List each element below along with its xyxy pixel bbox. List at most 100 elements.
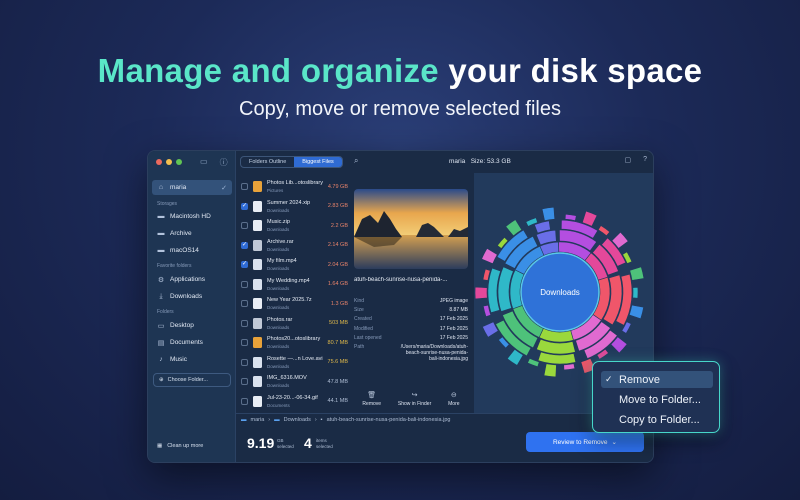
show-in-finder-button[interactable]: ↪ Show in Finder — [398, 391, 431, 407]
sidebar-item-macos14[interactable]: ▬ macOS14 — [152, 243, 232, 258]
file-row[interactable]: Rosette —...n Love.avi Downloads 75.6 MB — [236, 353, 354, 373]
menu-item-remove[interactable]: ✓ Remove — [601, 371, 713, 388]
folder-icon: ▬ — [274, 416, 280, 423]
file-row[interactable]: ✓ Archive.rar Downloads 2.14 GB — [236, 236, 354, 256]
sunburst-segment[interactable] — [628, 304, 644, 320]
file-row[interactable]: Photos Lib...otoslibrary Pictures 4.79 GB — [236, 177, 354, 197]
disk-icon: ▬ — [157, 247, 165, 254]
menu-item-copy-to-folder[interactable]: Copy to Folder... — [601, 411, 713, 428]
sunburst-segment[interactable] — [543, 363, 557, 378]
file-checkbox[interactable] — [241, 300, 248, 308]
file-checkbox[interactable] — [241, 378, 248, 386]
sidebar-item-label: Macintosh HD — [170, 213, 211, 220]
file-name: Photos.rar — [267, 316, 293, 323]
grid-icon: ▦ — [157, 443, 163, 449]
sidebar-item-downloads[interactable]: ⤓ Downloads — [152, 289, 232, 304]
menu-item-move-to-folder[interactable]: Move to Folder... — [601, 391, 713, 408]
sidebar-item-user[interactable]: ⌂ maria ✓ — [152, 180, 232, 195]
file-row[interactable]: ✓ Summer 2024.xip Downloads 2.83 GB — [236, 197, 354, 217]
minimize-window-button[interactable] — [166, 159, 172, 165]
metadata-key: Created — [354, 316, 372, 323]
file-checkbox[interactable] — [241, 339, 248, 347]
toolbar: Folders Outline Biggest Files ⌕ maria Si… — [236, 151, 653, 173]
disk-icon: ▬ — [157, 213, 165, 220]
desktop-icon: ▭ — [157, 322, 165, 330]
breadcrumb-item[interactable]: Downloads — [284, 417, 311, 423]
sidebar-toggle-icon[interactable]: ▭ — [200, 157, 208, 168]
file-checkbox[interactable] — [241, 222, 248, 230]
breadcrumb-item[interactable]: atuh-beach-sunrise-nusa-penida-bali-indo… — [327, 417, 451, 423]
sunburst-segment[interactable] — [597, 225, 611, 237]
file-checkbox[interactable] — [241, 183, 248, 191]
metadata-row: Size 8.87 MB — [354, 307, 468, 313]
file-size: 503 MB — [329, 320, 348, 327]
title-size: Size: 53.3 GB — [470, 158, 511, 165]
file-row[interactable]: New Year 2025.7z Downloads 1.3 GB — [236, 294, 354, 314]
review-to-remove-button[interactable]: Review to Remove ⌄ — [526, 432, 644, 452]
sidebar-item-applications[interactable]: ⚙ Applications — [152, 272, 232, 287]
file-location: Downloads — [267, 344, 290, 350]
sunburst-segment[interactable] — [541, 206, 556, 221]
sidebar-item-desktop[interactable]: ▭ Desktop — [152, 318, 232, 333]
tab-folders-outline[interactable]: Folders Outline — [241, 157, 294, 167]
file-row[interactable]: ✓ My film.mp4 Downloads 2.04 GB — [236, 255, 354, 275]
sunburst-segment[interactable] — [632, 287, 639, 299]
selected-size-value: 9.19 — [247, 435, 275, 451]
sunburst-segment[interactable] — [564, 213, 577, 221]
headline-accent: Manage and organize — [97, 52, 439, 89]
file-size: 2.83 GB — [327, 203, 348, 210]
file-checkbox[interactable] — [241, 280, 248, 288]
chat-icon[interactable]: ▢ — [624, 156, 631, 164]
help-icon[interactable]: ? — [643, 156, 647, 164]
home-icon: ⌂ — [158, 184, 164, 191]
more-button[interactable]: ⊖ More — [448, 391, 459, 407]
search-icon[interactable]: ⌕ — [354, 156, 358, 166]
file-name: Music.zip — [267, 219, 290, 226]
file-location: Downloads — [267, 324, 290, 330]
file-row[interactable]: My Wedding.mp4 Downloads 1.64 GB — [236, 275, 354, 295]
sidebar-item-documents[interactable]: ▤ Documents — [152, 335, 232, 350]
tab-biggest-files[interactable]: Biggest Files — [294, 157, 342, 167]
breadcrumb-item[interactable]: maria — [251, 417, 265, 423]
file-checkbox[interactable] — [241, 319, 248, 327]
selected-size-label: GB selected — [277, 438, 294, 450]
sidebar-item-macintosh-hd[interactable]: ▬ Macintosh HD — [152, 209, 232, 224]
sunburst-segment[interactable] — [474, 286, 488, 300]
file-row[interactable]: Jul-23-20...-06-34.gif Documents 44.1 MB — [236, 392, 354, 412]
file-location: Downloads — [267, 266, 290, 272]
sidebar-item-label: Downloads — [170, 293, 203, 300]
file-size: 80.7 MB — [327, 339, 348, 346]
zoom-window-button[interactable] — [176, 159, 182, 165]
headline: Manage and organize your disk space — [0, 52, 800, 90]
file-checkbox[interactable]: ✓ — [241, 202, 248, 210]
document-icon: ▤ — [157, 339, 165, 347]
file-checkbox[interactable]: ✓ — [241, 261, 248, 269]
file-location: Downloads — [267, 383, 290, 389]
metadata-value: 17 Feb 2025 — [439, 316, 468, 323]
subtitle: Copy, move or remove selected files — [239, 98, 561, 120]
file-row[interactable]: Photos20...otoslibrary Downloads 80.7 MB — [236, 333, 354, 353]
sidebar-item-music[interactable]: ♪ Music — [152, 352, 232, 367]
metadata-key: Modified — [354, 325, 373, 332]
sidebar-item-label: Music — [170, 356, 187, 363]
file-row[interactable]: Music.zip Downloads 2.2 GB — [236, 216, 354, 236]
file-size: 2.2 GB — [330, 222, 348, 229]
file-checkbox[interactable] — [241, 397, 248, 405]
file-checkbox[interactable] — [241, 358, 248, 366]
sidebar-item-archive[interactable]: ▬ Archive — [152, 226, 232, 241]
file-row[interactable]: IMG_6316.MOV Downloads 47.8 MB — [236, 372, 354, 392]
clean-up-more-button[interactable]: ▦ Clean up more — [157, 443, 203, 449]
video-file-icon — [253, 356, 262, 368]
remove-button[interactable]: 🗑 Remove — [362, 391, 381, 407]
sunburst-segment[interactable] — [481, 248, 498, 265]
storages-header: Storages — [157, 201, 178, 207]
choose-folder-button[interactable]: ⊕ Choose Folder... — [153, 373, 231, 387]
sunburst-segment[interactable] — [563, 363, 576, 371]
choose-folder-label: Choose Folder... — [167, 377, 208, 383]
sunburst-segment[interactable] — [629, 266, 645, 281]
info-icon[interactable]: ⓘ — [220, 157, 228, 168]
sunburst-segment[interactable] — [527, 357, 540, 368]
close-window-button[interactable] — [156, 159, 162, 165]
file-checkbox[interactable]: ✓ — [241, 241, 248, 249]
file-row[interactable]: Photos.rar Downloads 503 MB — [236, 314, 354, 334]
